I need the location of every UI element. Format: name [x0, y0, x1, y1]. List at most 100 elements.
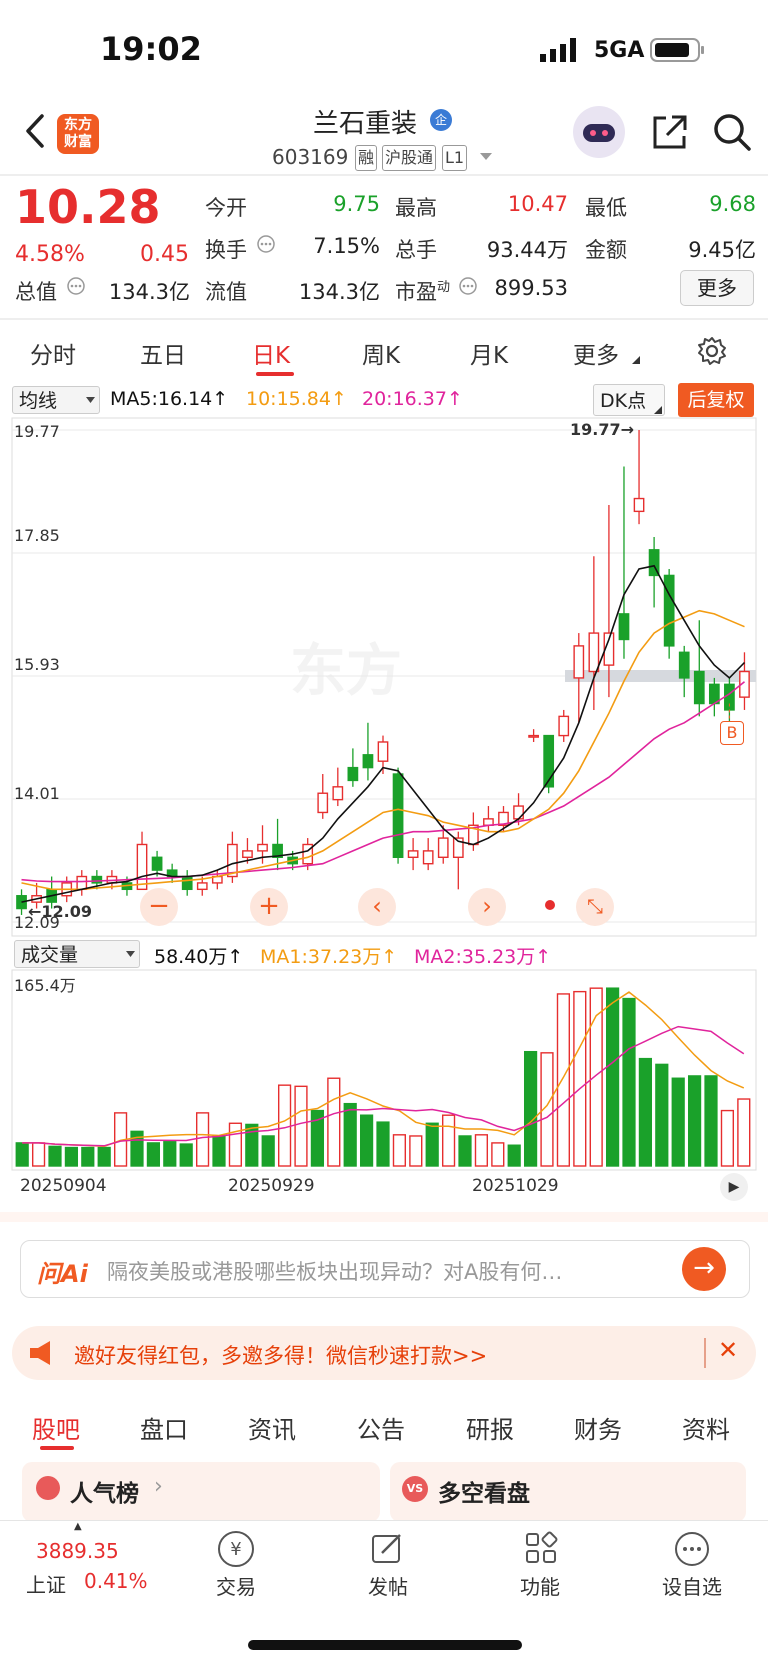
volume-indicator-select[interactable]: 成交量 [14, 940, 140, 968]
low-label: 最低 [585, 196, 627, 220]
volume-ma1: MA1:37.23万↑ [260, 946, 398, 968]
apps-icon[interactable] [524, 1531, 558, 1565]
nav-add-watchlist[interactable]: 设自选 [652, 1571, 732, 1600]
popularity-card[interactable]: 人气榜 › [22, 1462, 380, 1522]
nav-functions[interactable]: 功能 [500, 1571, 580, 1600]
tab-order-book[interactable]: 盘口 [140, 1410, 188, 1445]
buy-signal-marker[interactable]: B [720, 721, 744, 745]
candle-body [257, 843, 268, 852]
candle-body [513, 805, 524, 820]
search-icon[interactable] [712, 112, 752, 152]
popularity-title: 人气榜 [70, 1481, 139, 1507]
zoom-in-button[interactable]: + [250, 888, 288, 926]
volume-bar [573, 990, 587, 1167]
invite-banner[interactable]: 邀好友得红包，多邀多得！微信秒速打款>> ✕ [12, 1326, 756, 1380]
tab-five-day[interactable]: 五日 [140, 336, 186, 370]
low-marker-label: ←12.09 [28, 902, 93, 921]
support-band [565, 670, 756, 682]
tab-announcements[interactable]: 公告 [357, 1410, 405, 1445]
bull-bear-card[interactable]: VS 多空看盘 [390, 1462, 746, 1522]
volume-bar [195, 1112, 210, 1167]
tab-intraday[interactable]: 分时 [30, 336, 76, 370]
fullscreen-icon[interactable]: ⤡ [576, 888, 614, 926]
volume-bar [359, 1114, 374, 1167]
ma20-line [21, 681, 746, 883]
candle-body [708, 683, 720, 705]
invite-text[interactable]: 邀好友得红包，多邀多得！微信秒速打款>> [74, 1340, 487, 1370]
candle-body [678, 651, 690, 679]
tab-finance[interactable]: 财务 [574, 1410, 622, 1445]
pe-value: 899.53 [494, 276, 568, 300]
arrow-right-icon[interactable]: → [682, 1247, 726, 1291]
tab-weekly-k[interactable]: 周K [362, 336, 400, 370]
caret-down-icon [126, 951, 135, 957]
date-label: 20250904 [20, 1176, 107, 1196]
close-icon[interactable]: ✕ [718, 1336, 738, 1364]
candle-body [528, 734, 539, 738]
y-tick-label: 15.93 [14, 655, 60, 674]
tab-research[interactable]: 研报 [466, 1410, 514, 1445]
caret-icon [632, 356, 640, 364]
volume-bar [48, 1145, 62, 1167]
volume-bar [507, 1144, 521, 1167]
index-change[interactable]: 0.41% [84, 1569, 148, 1593]
candle-body [724, 683, 735, 711]
nav-trade[interactable]: 交易 [196, 1571, 276, 1600]
index-value[interactable]: 3889.35 [36, 1539, 119, 1563]
tab-news[interactable]: 资讯 [248, 1410, 296, 1445]
candle-body [61, 882, 73, 897]
tab-more[interactable]: 更多 [573, 336, 619, 370]
ask-ai-logo: 问Ai [37, 1260, 88, 1288]
volume-bar [130, 1130, 144, 1167]
volume-ma1-line [22, 991, 745, 1148]
play-icon[interactable]: ▶ [720, 1173, 748, 1201]
caret-down-icon[interactable] [480, 153, 492, 161]
index-name[interactable]: 上证 [26, 1569, 66, 1598]
volume-value: 93.44万 [486, 238, 568, 262]
caret-icon [654, 406, 662, 414]
volume-bar [720, 1109, 735, 1167]
tab-profile[interactable]: 资料 [682, 1410, 730, 1445]
candle-body [242, 850, 253, 858]
volume-bar [540, 1052, 554, 1167]
vs-icon: VS [402, 1476, 428, 1502]
volume-bar [704, 1075, 718, 1167]
chevron-right-icon[interactable]: › [468, 888, 506, 926]
more-circle-icon[interactable] [674, 1531, 710, 1567]
tab-guba[interactable]: 股吧 [32, 1410, 80, 1445]
compose-icon[interactable] [370, 1531, 404, 1565]
trade-icon[interactable]: ¥ [218, 1531, 254, 1567]
ma20-value: 20:16.37↑ [362, 388, 463, 410]
candle-body [272, 843, 283, 858]
pe-label: 市盈动 [395, 280, 451, 304]
chevron-left-icon[interactable]: ‹ [358, 888, 396, 926]
candle-body [362, 754, 374, 769]
ask-ai-placeholder[interactable]: 隔夜美股或港股哪些板块出现异动？对A股有何… [107, 1256, 667, 1286]
ask-ai-box[interactable]: 问Ai 隔夜美股或港股哪些板块出现异动？对A股有何… → [20, 1240, 750, 1298]
adjust-button[interactable]: 后复权 [678, 383, 754, 417]
more-dots-icon[interactable] [66, 276, 86, 296]
home-indicator [248, 1640, 522, 1650]
candle-body [211, 875, 223, 884]
more-dots-icon[interactable] [458, 276, 478, 296]
more-button[interactable]: 更多 [680, 270, 754, 306]
tab-daily-k[interactable]: 日K [252, 336, 290, 370]
tag-margin: 融 [355, 145, 378, 171]
share-icon[interactable] [650, 112, 690, 152]
nav-post[interactable]: 发帖 [348, 1571, 428, 1600]
candle-body [663, 574, 675, 647]
battery-icon [650, 38, 704, 62]
high-marker-label: 19.77→ [570, 420, 635, 439]
tab-monthly-k[interactable]: 月K [470, 336, 508, 370]
volume-bar [261, 1135, 275, 1167]
volume-bar [97, 1146, 111, 1167]
candle-body [693, 670, 705, 705]
zoom-out-button[interactable]: − [140, 888, 178, 926]
settings-gear-icon[interactable] [697, 336, 727, 366]
candle-body [332, 786, 344, 801]
caret-up-icon: ▲ [74, 1521, 82, 1532]
signal-icon [540, 38, 576, 62]
more-dots-icon[interactable] [256, 234, 276, 254]
assistant-avatar[interactable] [573, 106, 625, 158]
back-icon[interactable] [22, 112, 50, 150]
